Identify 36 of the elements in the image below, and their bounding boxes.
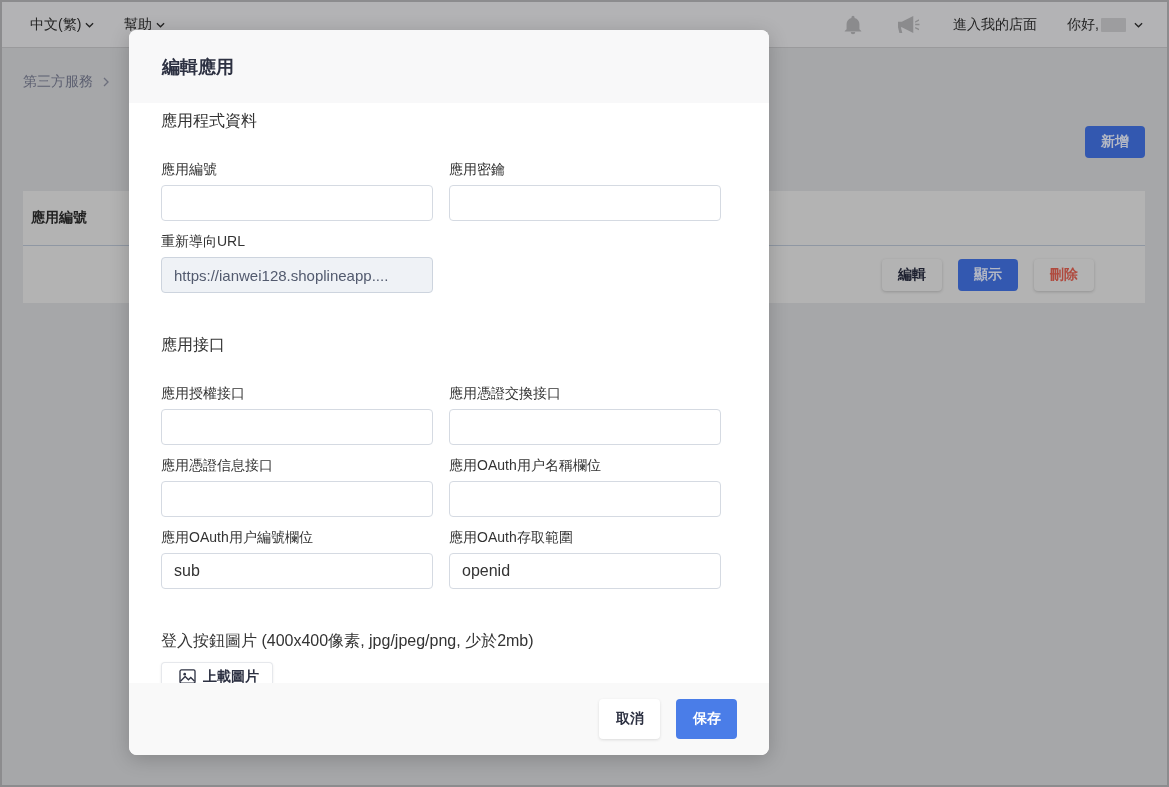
column-header: 應用編號 xyxy=(31,209,87,227)
input-field[interactable] xyxy=(449,409,721,445)
input-field[interactable]: openid xyxy=(449,553,721,589)
dialog-button[interactable]: 保存 xyxy=(676,699,737,739)
store-link[interactable]: 進入我的店面 xyxy=(953,15,1038,34)
nav-menu[interactable]: 幫助 xyxy=(124,15,166,34)
chevron-right-icon xyxy=(103,77,109,87)
upload-label: 登入按鈕圖片 (400x400像素, jpg/jpeg/png, 少於2mb) xyxy=(161,631,535,651)
chevron-down-icon xyxy=(156,21,166,28)
field-label: 應用OAuth用户編號欄位 xyxy=(161,528,314,547)
section-title: 應用接口 xyxy=(161,335,226,355)
field-label: 應用OAuth存取範圍 xyxy=(449,528,574,547)
input-field[interactable] xyxy=(161,185,433,221)
field-label: 應用憑證信息接口 xyxy=(161,456,274,475)
upload-image-button[interactable]: 上載圖片 xyxy=(161,662,273,683)
input-field[interactable] xyxy=(161,481,433,517)
row-action-button[interactable]: 編輯 xyxy=(882,258,942,291)
megaphone-icon[interactable] xyxy=(896,14,922,35)
section-title: 應用程式資料 xyxy=(161,111,258,131)
field-label: 應用憑證交換接口 xyxy=(449,384,562,403)
dialog-button[interactable]: 取消 xyxy=(599,699,660,739)
chevron-down-icon xyxy=(85,21,95,28)
field-label: 應用編號 xyxy=(161,160,218,179)
field-label: 應用密鑰 xyxy=(449,160,506,179)
image-icon xyxy=(179,669,196,683)
nav-menu[interactable]: 中文(繁) xyxy=(30,15,95,34)
input-field[interactable]: sub xyxy=(161,553,433,589)
chevron-down-icon xyxy=(1134,21,1143,28)
input-field[interactable] xyxy=(449,481,721,517)
greeting-text: 你好, xyxy=(1067,15,1099,34)
field-label: 應用授權接口 xyxy=(161,384,246,403)
input-field[interactable] xyxy=(161,409,433,445)
dialog-title: 編輯應用 xyxy=(162,55,234,79)
input-field[interactable] xyxy=(449,185,721,221)
field-label: 應用OAuth用户名稱欄位 xyxy=(449,456,602,475)
field-label: 重新導向URL xyxy=(161,232,246,251)
